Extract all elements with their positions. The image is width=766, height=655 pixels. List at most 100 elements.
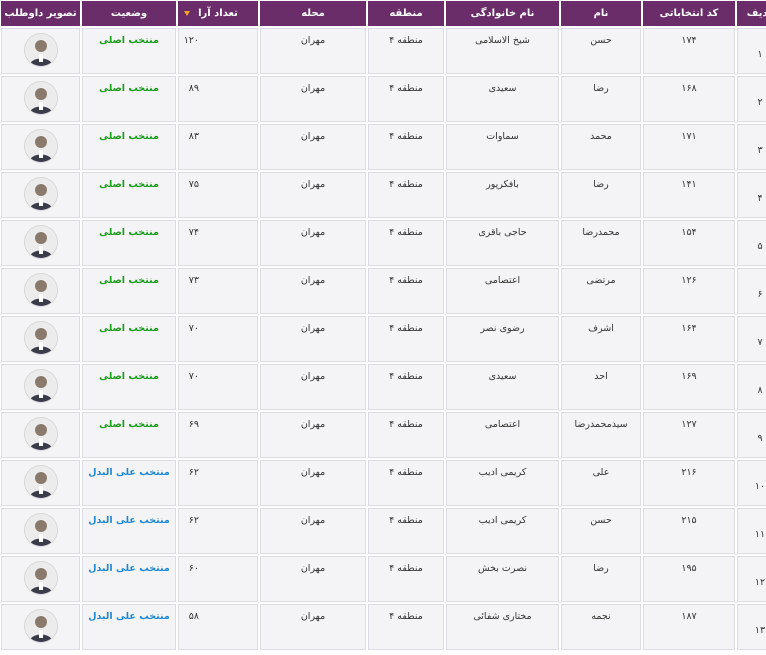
first-name-cell-text: احد (594, 371, 608, 382)
first-name-cell: سیدمحمدرضا (561, 412, 641, 458)
locality-cell: مهران (260, 508, 366, 554)
code-cell-text: ۱۷۱ (681, 131, 697, 142)
votes-cell-text: ۷۰ (188, 371, 199, 382)
candidate-photo[interactable] (23, 176, 58, 211)
district-cell: منطقه ۴ (368, 172, 444, 218)
code-cell: ۱۶۴ (643, 316, 735, 362)
row-number-cell: ۱ (737, 28, 766, 74)
row-number-cell-text: ۷ (757, 336, 763, 348)
row-number-cell-text: ۱۰ (754, 480, 766, 492)
votes-cell: ۷۳ (178, 268, 258, 314)
locality-cell-text: مهران (300, 467, 326, 478)
header-last-name[interactable]: نام خانوادگی (446, 1, 559, 26)
locality-cell-text: مهران (300, 35, 326, 46)
locality-cell: مهران (260, 76, 366, 122)
locality-cell: مهران (260, 268, 366, 314)
first-name-cell: اشرف (561, 316, 641, 362)
header-first-name[interactable]: نام (561, 1, 641, 26)
locality-cell-text: مهران (300, 419, 326, 430)
district-cell-text: منطقه ۴ (389, 83, 423, 94)
locality-cell: مهران (260, 460, 366, 506)
candidate-photo[interactable] (23, 368, 58, 403)
status-cell-text: منتخب اصلی (99, 323, 159, 334)
status-cell-text: منتخب علی البدل (88, 515, 170, 526)
last-name-cell: سعیدی (446, 76, 559, 122)
status-cell: منتخب اصلی (82, 28, 176, 74)
votes-cell-text: ۷۴ (188, 227, 199, 238)
votes-cell-text: ۸۹ (188, 83, 199, 94)
last-name-cell-text: حاجی باقری (478, 227, 527, 238)
last-name-cell: بافکرپور (446, 172, 559, 218)
status-cell: منتخب اصلی (82, 76, 176, 122)
header-status[interactable]: وضعیت (82, 1, 176, 26)
status-cell: منتخب اصلی (82, 412, 176, 458)
votes-cell: ۶۲ (178, 508, 258, 554)
district-cell: منطقه ۴ (368, 268, 444, 314)
last-name-cell-text: نصرت بخش (478, 563, 527, 574)
last-name-cell-text: کریمی ادیب (478, 515, 527, 526)
first-name-cell-text: محمد (590, 131, 612, 142)
status-cell-text: منتخب علی البدل (88, 467, 170, 478)
candidate-photo[interactable] (23, 512, 58, 547)
last-name-cell: شیخ الاسلامی (446, 28, 559, 74)
code-cell-text: ۱۶۴ (681, 323, 697, 334)
last-name-cell-text: اعتصامی (484, 419, 521, 430)
sort-descending-icon[interactable] (184, 11, 190, 16)
last-name-cell-text: شیخ الاسلامی (475, 35, 530, 46)
first-name-cell-text: رضا (593, 83, 609, 94)
votes-cell: ۷۰ (178, 364, 258, 410)
locality-cell-text: مهران (300, 275, 326, 286)
row-number-cell-text: ۱۲ (754, 576, 766, 588)
votes-cell-text: ۵۸ (188, 611, 199, 622)
district-cell-text: منطقه ۴ (389, 227, 423, 238)
photo-cell (1, 76, 80, 122)
candidate-photo[interactable] (23, 128, 58, 163)
status-cell: منتخب علی البدل (82, 460, 176, 506)
last-name-cell: کریمی ادیب (446, 508, 559, 554)
header-district[interactable]: منطقه (368, 1, 444, 26)
first-name-cell: رضا (561, 76, 641, 122)
district-cell: منطقه ۴ (368, 76, 444, 122)
first-name-cell-text: حسن (590, 35, 612, 46)
votes-cell: ۷۰ (178, 316, 258, 362)
row-number-cell-text: ۱ (757, 48, 763, 60)
candidate-photo[interactable] (23, 272, 58, 307)
table-row: ۱ ۱۷۴ حسن شیخ الاسلامی منطقه ۴ مهران ۱۲۰ منتخب … (1, 28, 766, 74)
candidate-photo[interactable] (23, 560, 58, 595)
status-cell: منتخب اصلی (82, 124, 176, 170)
candidate-photo[interactable] (23, 32, 58, 67)
candidate-photo[interactable] (23, 224, 58, 259)
code-cell: ۱۶۹ (643, 364, 735, 410)
status-cell-text: منتخب اصلی (99, 275, 159, 286)
code-cell: ۲۱۶ (643, 460, 735, 506)
votes-cell-text: ۶۹ (188, 419, 199, 430)
first-name-cell-text: نجمه (591, 611, 611, 622)
district-cell-text: منطقه ۴ (389, 467, 423, 478)
candidate-photo[interactable] (23, 416, 58, 451)
row-number-cell-text: ۴ (757, 192, 763, 204)
header-code[interactable]: کد انتخاباتی (643, 1, 735, 26)
table-row: ۷ ۱۶۴ اشرف رضوی نصر منطقه ۴ مهران ۷۰ منتخب اصلی (1, 316, 766, 362)
code-cell: ۱۲۶ (643, 268, 735, 314)
photo-cell (1, 268, 80, 314)
candidate-photo[interactable] (23, 80, 58, 115)
locality-cell-text: مهران (300, 371, 326, 382)
candidate-photo[interactable] (23, 608, 58, 643)
first-name-cell: مرتضی (561, 268, 641, 314)
first-name-cell: محمدرضا (561, 220, 641, 266)
header-locality[interactable]: محله (260, 1, 366, 26)
photo-cell (1, 316, 80, 362)
header-row-number[interactable]: ردیف (737, 1, 766, 26)
candidate-photo[interactable] (23, 464, 58, 499)
first-name-cell: رضا (561, 172, 641, 218)
candidate-photo[interactable] (23, 320, 58, 355)
status-cell: منتخب علی البدل (82, 556, 176, 602)
row-number-cell-text: ۹ (757, 432, 763, 444)
votes-cell: ۸۹ (178, 76, 258, 122)
status-cell: منتخب اصلی (82, 172, 176, 218)
code-cell-text: ۱۷۴ (681, 35, 697, 46)
header-votes[interactable]: تعداد آرا (178, 1, 258, 26)
locality-cell: مهران (260, 220, 366, 266)
table-header-row: ردیف کد انتخاباتی نام نام خانوادگی منطقه… (1, 1, 766, 26)
row-number-cell: ۷ (737, 316, 766, 362)
